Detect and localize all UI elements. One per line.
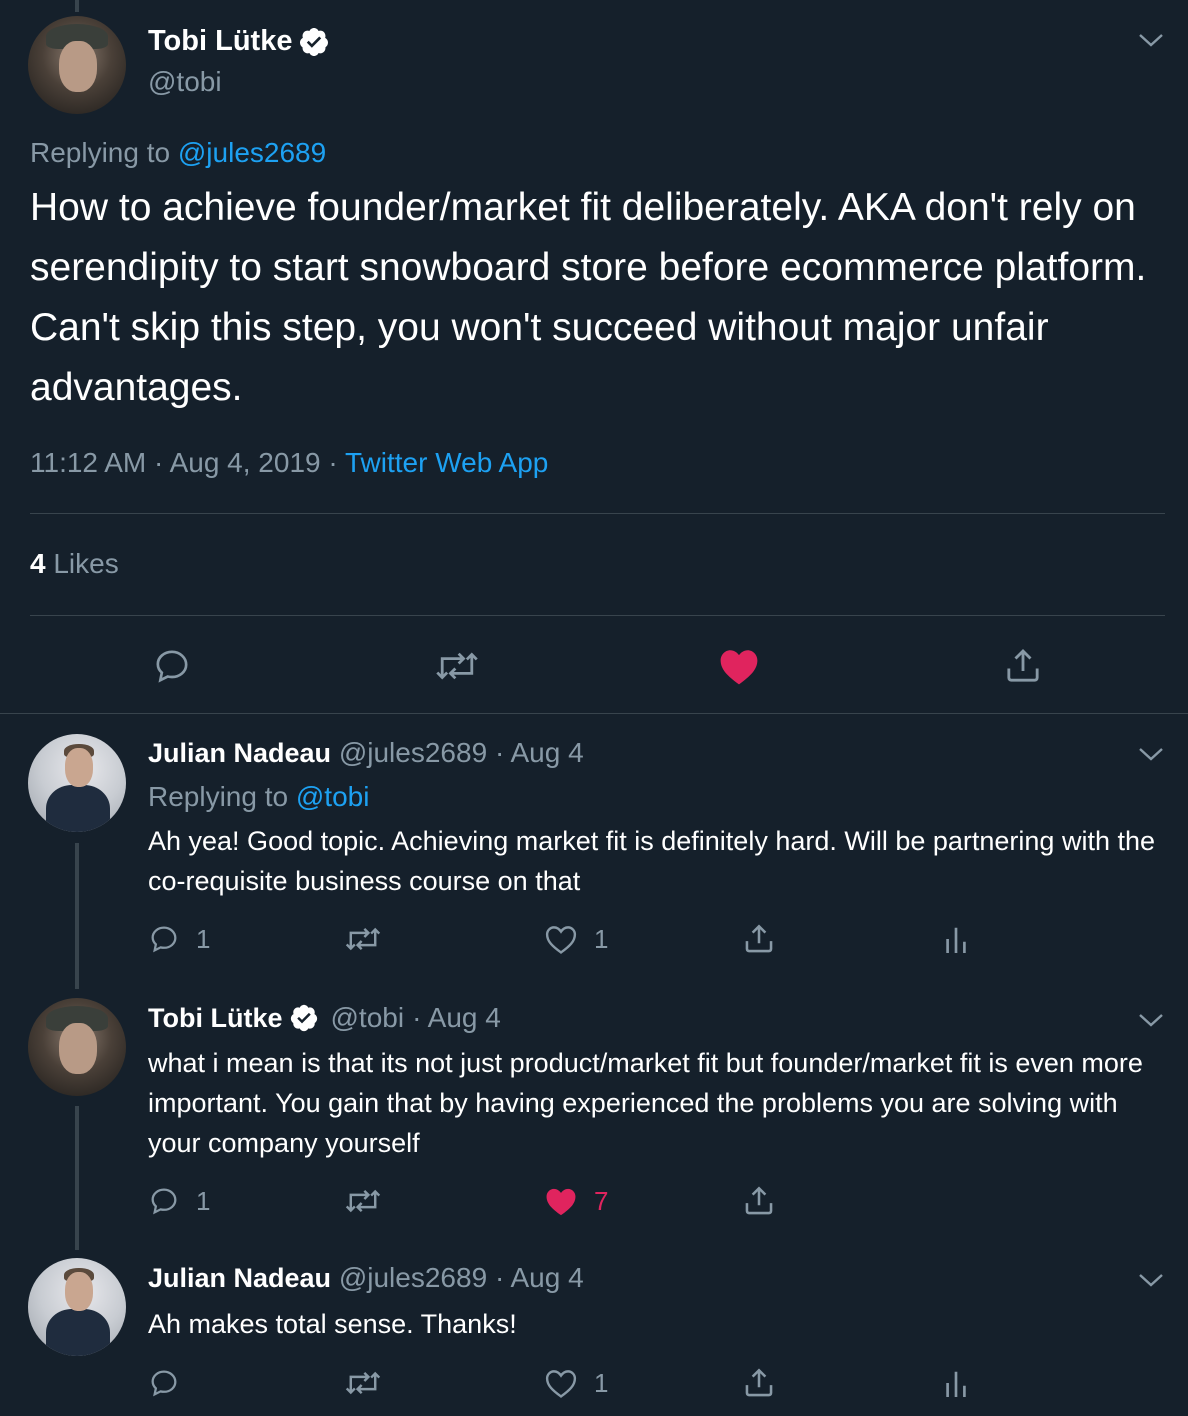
reply-icon — [151, 1188, 177, 1215]
author-name[interactable]: Julian Nadeau — [148, 738, 331, 768]
avatar[interactable] — [28, 16, 126, 114]
like-action[interactable]: 1 — [544, 922, 608, 956]
tweet-source-link[interactable]: Twitter Web App — [345, 447, 548, 478]
author-handle[interactable]: @jules2689 — [339, 1262, 487, 1293]
divider — [30, 513, 1165, 514]
divider — [30, 615, 1165, 616]
reply-icon — [151, 926, 177, 953]
author-handle[interactable]: @tobi — [148, 66, 222, 98]
like-count: 1 — [594, 1367, 609, 1398]
tweet-meta: 11:12 AM · Aug 4, 2019 · Twitter Web App — [30, 447, 548, 479]
replying-prefix: Replying to — [30, 137, 171, 168]
reply-header: Julian Nadeau @jules2689 · Aug 4 — [148, 1262, 584, 1294]
avatar[interactable] — [28, 734, 126, 832]
reply-date[interactable]: · Aug 4 — [495, 737, 584, 768]
like-count: 7 — [594, 1185, 609, 1216]
divider — [0, 713, 1188, 714]
replying-to-line: Replying to @jules2689 — [30, 137, 326, 169]
share-icon[interactable] — [742, 1184, 776, 1218]
heart-icon — [545, 926, 577, 954]
reply-header: Julian Nadeau @jules2689 · Aug 4 — [148, 737, 584, 769]
heart-icon-filled — [546, 1188, 576, 1216]
author-name[interactable]: Julian Nadeau — [148, 1263, 331, 1293]
chevron-down-icon[interactable] — [1138, 32, 1164, 48]
reply-date[interactable]: · Aug 4 — [412, 1002, 501, 1034]
meta-separator: · — [154, 447, 164, 478]
thread-line — [75, 1106, 79, 1250]
likes-count: 4 — [30, 548, 46, 579]
verified-badge-icon — [300, 27, 329, 56]
author-name[interactable]: Tobi Lütke — [148, 1003, 283, 1034]
heart-icon — [545, 1370, 577, 1398]
reply-text: Ah makes total sense. Thanks! — [148, 1309, 517, 1339]
reply-header: Tobi Lütke @tobi · Aug 4 — [148, 1002, 501, 1034]
chevron-down-icon[interactable] — [1138, 1012, 1164, 1028]
analytics-icon[interactable] — [942, 1366, 970, 1400]
tweet-text: How to achieve founder/market fit delibe… — [30, 186, 1147, 409]
like-action[interactable]: 1 — [544, 1366, 608, 1400]
reply-count: 1 — [196, 923, 211, 954]
reply-action[interactable]: 1 — [148, 1184, 210, 1218]
reply-action[interactable]: 1 — [148, 922, 210, 956]
share-icon[interactable] — [742, 922, 776, 956]
like-count: 1 — [594, 923, 609, 954]
tweet-date[interactable]: Aug 4, 2019 — [170, 447, 321, 478]
replying-to-link[interactable]: @jules2689 — [178, 137, 326, 168]
reply-date[interactable]: · Aug 4 — [495, 1262, 584, 1293]
reply-icon[interactable] — [152, 646, 192, 686]
reply-text: what i mean is that its not just product… — [148, 1048, 1143, 1158]
replying-to-link[interactable]: @tobi — [296, 781, 370, 812]
author-handle[interactable]: @jules2689 — [339, 737, 487, 768]
author-handle[interactable]: @tobi — [331, 1002, 405, 1034]
author-name-row: Tobi Lütke — [148, 25, 330, 58]
verified-badge-icon — [290, 1004, 317, 1032]
likes-stat[interactable]: 4 Likes — [30, 548, 119, 580]
retweet-icon[interactable] — [344, 1184, 382, 1218]
retweet-icon[interactable] — [344, 922, 382, 956]
author-name[interactable]: Tobi Lütke — [148, 25, 292, 58]
share-icon[interactable] — [1003, 646, 1043, 686]
reply-icon[interactable] — [148, 1366, 180, 1400]
reply-text: Ah yea! Good topic. Achieving market fit… — [148, 826, 1156, 896]
replying-to-line: Replying to @tobi — [148, 781, 369, 813]
tweet-time[interactable]: 11:12 AM — [30, 447, 146, 478]
retweet-icon[interactable] — [434, 646, 480, 686]
thread-top-line — [75, 0, 79, 12]
avatar[interactable] — [28, 998, 126, 1096]
like-action[interactable]: 7 — [544, 1184, 608, 1218]
chevron-down-icon[interactable] — [1138, 746, 1164, 762]
meta-separator: · — [328, 447, 338, 478]
avatar[interactable] — [28, 1258, 126, 1356]
analytics-icon[interactable] — [942, 922, 970, 956]
retweet-icon[interactable] — [344, 1366, 382, 1400]
replying-prefix: Replying to — [148, 781, 289, 812]
share-icon[interactable] — [742, 1366, 776, 1400]
like-icon-filled[interactable] — [718, 646, 760, 686]
reply-count: 1 — [196, 1185, 211, 1216]
chevron-down-icon[interactable] — [1138, 1272, 1164, 1288]
thread-line — [75, 843, 79, 989]
likes-label: Likes — [53, 548, 119, 579]
